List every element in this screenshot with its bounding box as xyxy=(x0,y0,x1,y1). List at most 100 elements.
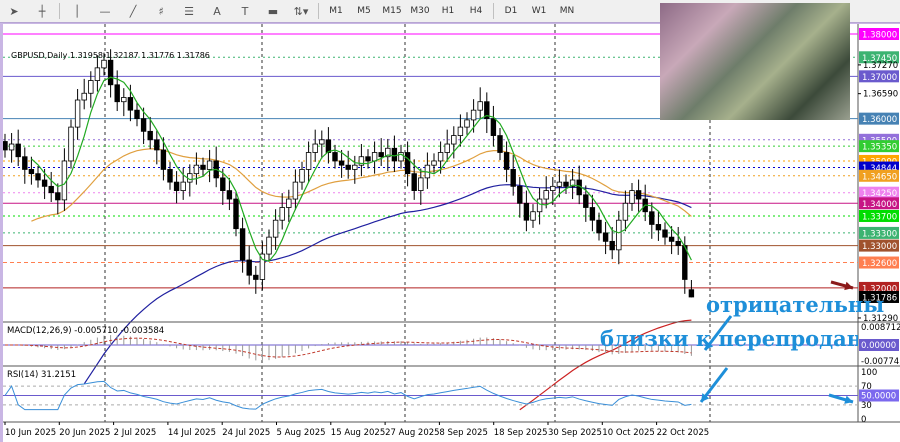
money-photo xyxy=(660,3,850,120)
candle-body xyxy=(286,198,292,208)
candle-body xyxy=(206,160,213,170)
candle-body xyxy=(167,169,173,183)
macd-signal-line xyxy=(4,337,692,358)
candle-body xyxy=(253,274,259,280)
candle-body xyxy=(173,181,180,191)
fibonacci-icon[interactable]: ♯ xyxy=(148,2,174,20)
macd-axis-label: 0.00000 xyxy=(861,341,896,351)
candle-body xyxy=(365,156,371,162)
date-label: 2 Jul 2025 xyxy=(114,428,157,438)
candle-body xyxy=(622,202,629,221)
candle-body xyxy=(444,143,450,153)
candle-body xyxy=(134,109,140,120)
candle-body xyxy=(345,164,351,170)
macd-title: MACD(12,26,9) -0.005710 -0.003584 xyxy=(7,326,164,336)
candle-body xyxy=(272,219,279,238)
timeframe-h1[interactable]: H1 xyxy=(435,2,461,20)
candle-body xyxy=(74,99,81,128)
date-label: 10 Jun 2025 xyxy=(5,428,56,438)
candle-body xyxy=(233,198,239,230)
price-label-1.37000: 1.37000 xyxy=(862,73,897,83)
candle-body xyxy=(477,101,483,111)
candle-body xyxy=(88,80,94,94)
candle-body xyxy=(517,185,523,204)
candle-body xyxy=(226,190,233,200)
chart-header: GBPUSD,Daily 1.31958 1.32187 1.31776 1.3… xyxy=(11,51,210,60)
crosshair-icon[interactable]: ┼ xyxy=(29,2,55,20)
candle-body xyxy=(556,181,563,187)
price-label-1.33000: 1.33000 xyxy=(862,242,897,252)
price-label-1.36000: 1.36000 xyxy=(862,115,897,125)
candle-body xyxy=(503,152,510,170)
candle-body xyxy=(35,173,41,181)
candle-body xyxy=(418,177,424,191)
candle-body xyxy=(299,169,305,183)
candle-body xyxy=(200,164,206,170)
rectangle-icon[interactable]: ▬ xyxy=(260,2,286,20)
candle-body xyxy=(114,84,120,103)
date-label: 5 Aug 2025 xyxy=(277,428,326,438)
timeframe-m1[interactable]: M1 xyxy=(323,2,349,20)
candle-body xyxy=(497,135,503,153)
candle-body xyxy=(451,135,457,145)
candle-body xyxy=(437,152,444,162)
cursor-icon[interactable]: ➤ xyxy=(1,2,27,20)
annotation-oversold: близки к перепроданности xyxy=(600,326,858,351)
candle-body xyxy=(193,164,200,175)
timeframe-h4[interactable]: H4 xyxy=(463,2,489,20)
candle-body xyxy=(536,198,543,213)
candle-body xyxy=(305,152,312,170)
candle-body xyxy=(154,139,160,151)
timeframe-m15[interactable]: M15 xyxy=(379,2,405,20)
candle-body xyxy=(279,207,285,221)
date-label: 15 Aug 2025 xyxy=(331,428,385,438)
horizontal-line-icon[interactable]: — xyxy=(92,2,118,20)
label-icon[interactable]: T xyxy=(232,2,258,20)
ma-slow-line xyxy=(83,184,692,385)
candle-body xyxy=(550,185,556,191)
candle-body xyxy=(352,164,358,170)
candle-body xyxy=(319,139,325,145)
chart-area[interactable]: 1.380001.374501.370001.360001.355001.353… xyxy=(3,3,900,442)
candle-body xyxy=(180,181,186,191)
date-label: 10 Oct 2025 xyxy=(602,428,655,438)
candle-body xyxy=(94,67,101,81)
candle-body xyxy=(127,97,134,111)
candle-body xyxy=(616,219,622,251)
candle-body xyxy=(107,59,114,86)
candle-body xyxy=(68,126,74,162)
candle-body xyxy=(662,229,668,238)
fibo-fan-icon[interactable]: ☰ xyxy=(176,2,202,20)
candle-body xyxy=(121,97,127,103)
candle-body xyxy=(160,149,167,170)
arrows-icon[interactable]: ⇅▾ xyxy=(288,2,314,20)
candle-body xyxy=(470,109,477,121)
candle-body xyxy=(609,240,615,251)
candle-body xyxy=(510,169,516,187)
rsi-axis-label: 100 xyxy=(861,368,877,378)
candle-body xyxy=(464,119,470,128)
candle-body xyxy=(563,181,569,187)
candle-body xyxy=(140,118,147,132)
timeframe-m5[interactable]: M5 xyxy=(351,2,377,20)
date-label: 18 Sep 2025 xyxy=(494,428,548,438)
timeframe-w1[interactable]: W1 xyxy=(526,2,552,20)
timeframe-d1[interactable]: D1 xyxy=(498,2,524,20)
candle-body xyxy=(48,185,54,194)
candle-body xyxy=(431,160,437,166)
candle-body xyxy=(675,240,681,246)
text-icon[interactable]: A xyxy=(204,2,230,20)
candle-body xyxy=(404,152,411,175)
timeframe-m30[interactable]: M30 xyxy=(407,2,433,20)
candle-body xyxy=(411,173,417,191)
trendline-icon[interactable]: ╱ xyxy=(120,2,146,20)
candle-body xyxy=(457,126,464,136)
candle-body xyxy=(629,190,635,204)
candle-body xyxy=(596,219,602,234)
candle-body xyxy=(332,152,338,162)
candle-body xyxy=(3,141,8,151)
date-label: 8 Sep 2025 xyxy=(439,428,487,438)
timeframe-mn[interactable]: MN xyxy=(554,2,580,20)
vertical-line-icon[interactable]: │ xyxy=(64,2,90,20)
price-label-1.33700: 1.33700 xyxy=(862,212,897,222)
